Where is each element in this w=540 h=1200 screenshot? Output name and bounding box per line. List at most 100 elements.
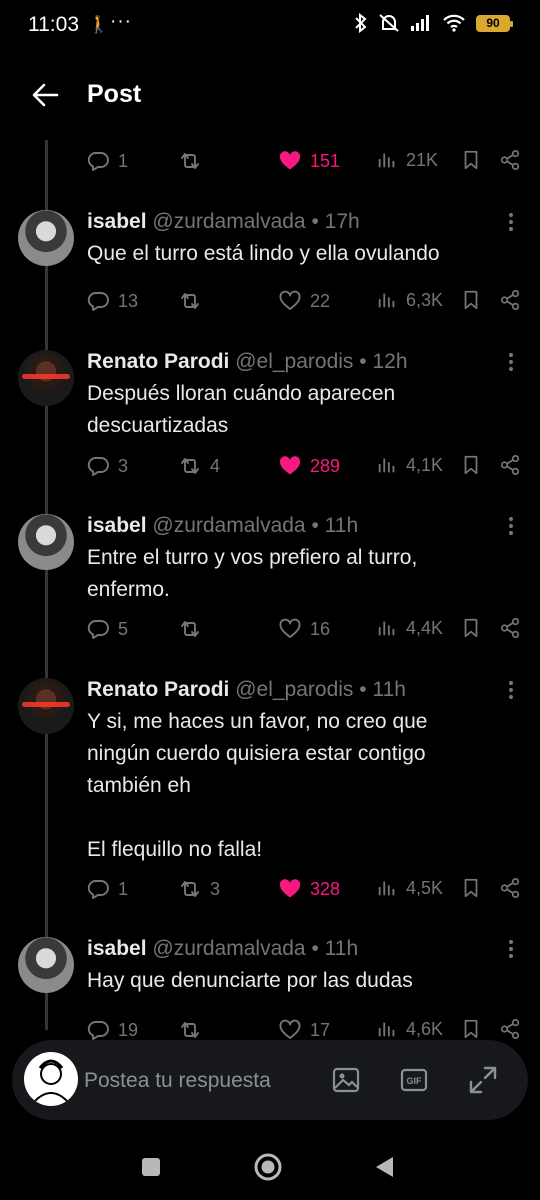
retweet-button[interactable] [178, 289, 210, 313]
share-icon [499, 289, 521, 311]
views-count: 4,4K [406, 617, 444, 638]
like-button[interactable]: 16 [278, 617, 330, 641]
avatar[interactable] [18, 514, 74, 570]
system-nav-bar [0, 1134, 540, 1200]
retweet-button[interactable]: 3 [178, 877, 220, 901]
bluetooth-icon [355, 13, 367, 33]
reply-count: 1 [118, 150, 129, 171]
avatar[interactable] [18, 210, 74, 266]
avatar[interactable] [18, 678, 74, 734]
post-text: Después lloran cuándo aparecen descuarti… [87, 382, 396, 437]
back-nav-button[interactable] [367, 1150, 401, 1184]
share-button[interactable] [499, 289, 521, 311]
retweet-button[interactable]: 4 [178, 454, 220, 478]
handle[interactable]: @el_parodis [235, 678, 353, 701]
retweet-button[interactable] [178, 617, 210, 641]
post-actions: 5 16 4,4K [86, 617, 526, 647]
retweet-count: 3 [210, 878, 221, 899]
more-icon[interactable] [508, 939, 514, 959]
bookmark-button[interactable] [460, 1018, 482, 1040]
more-icon[interactable] [508, 516, 514, 536]
retweet-count: 4 [210, 455, 221, 476]
handle[interactable]: @zurdamalvada [152, 937, 305, 960]
bookmark-icon [460, 289, 482, 311]
views-icon [376, 289, 398, 311]
views-button[interactable]: 4,5K [376, 877, 443, 899]
more-icon[interactable] [508, 212, 514, 232]
home-button[interactable] [251, 1150, 285, 1184]
timestamp: 17h [324, 210, 360, 233]
views-button[interactable]: 4,4K [376, 617, 443, 639]
share-button[interactable] [499, 877, 521, 899]
timestamp: 12h [372, 350, 408, 373]
like-button[interactable]: 289 [278, 454, 340, 478]
user-avatar[interactable] [24, 1052, 78, 1106]
share-button[interactable] [499, 149, 521, 171]
handle[interactable]: @zurdamalvada [152, 514, 305, 537]
like-count: 289 [310, 455, 341, 476]
share-button[interactable] [499, 617, 521, 639]
views-count: 4,6K [406, 1018, 444, 1039]
handle[interactable]: @el_parodis [235, 350, 353, 373]
bookmark-button[interactable] [460, 149, 482, 171]
reply-button[interactable]: 19 [86, 1018, 138, 1042]
views-icon [376, 149, 398, 171]
reply-button[interactable]: 13 [86, 289, 138, 313]
gif-icon[interactable]: GIF [398, 1064, 430, 1096]
bookmark-button[interactable] [460, 877, 482, 899]
reply-button[interactable]: 1 [86, 877, 128, 901]
avatar[interactable] [18, 350, 74, 406]
avatar-glow [22, 374, 70, 379]
parent-post-actions: 1 151 21K [86, 149, 526, 179]
bookmark-button[interactable] [460, 289, 482, 311]
display-name[interactable]: Renato Parodi [87, 678, 229, 701]
reply-button[interactable]: 1 [86, 149, 128, 173]
expand-icon[interactable] [467, 1064, 499, 1096]
retweet-icon [178, 149, 202, 173]
more-icon[interactable] [508, 352, 514, 372]
display-name[interactable]: isabel [87, 514, 147, 537]
reply-icon [86, 454, 110, 478]
recents-icon [142, 1158, 160, 1176]
bookmark-button[interactable] [460, 617, 482, 639]
reply-button[interactable]: 5 [86, 617, 128, 641]
like-button[interactable]: 22 [278, 289, 330, 313]
image-icon[interactable] [330, 1064, 362, 1096]
back-triangle-icon [376, 1157, 393, 1177]
handle[interactable]: @zurdamalvada [152, 210, 305, 233]
thread-line [45, 140, 48, 1030]
avatar[interactable] [18, 937, 74, 993]
post-text: Que el turro está lindo y ella ovulando [87, 242, 440, 265]
display-name[interactable]: isabel [87, 210, 147, 233]
reply-input[interactable] [82, 1062, 316, 1100]
reply-button[interactable]: 3 [86, 454, 128, 478]
post-text: Y si, me haces un favor, no creo que nin… [87, 710, 428, 797]
post-meta: isabel @zurdamalvada • 11h [87, 514, 358, 538]
like-button[interactable]: 151 [278, 149, 340, 173]
views-button[interactable]: 4,1K [376, 454, 443, 476]
views-button[interactable]: 4,6K [376, 1018, 443, 1040]
share-button[interactable] [499, 454, 521, 476]
more-icon[interactable] [508, 680, 514, 700]
separator: • [359, 678, 367, 701]
views-button[interactable]: 6,3K [376, 289, 443, 311]
recents-button[interactable] [134, 1150, 168, 1184]
bookmark-button[interactable] [460, 454, 482, 476]
bookmark-icon [460, 617, 482, 639]
display-name[interactable]: Renato Parodi [87, 350, 229, 373]
reply-count: 5 [118, 618, 129, 639]
back-button[interactable] [30, 80, 64, 110]
display-name[interactable]: isabel [87, 937, 147, 960]
like-button[interactable]: 328 [278, 877, 340, 901]
bookmark-icon [460, 149, 482, 171]
post-actions: 13 22 6,3K [86, 289, 526, 319]
like-button[interactable]: 17 [278, 1018, 330, 1042]
like-count: 17 [310, 1019, 331, 1040]
views-button[interactable]: 21K [376, 149, 438, 171]
heart-icon [278, 454, 302, 478]
reply-icon [86, 289, 110, 313]
separator: • [311, 937, 319, 960]
retweet-button[interactable] [178, 1018, 210, 1042]
share-button[interactable] [499, 1018, 521, 1040]
retweet-button[interactable] [178, 149, 210, 173]
